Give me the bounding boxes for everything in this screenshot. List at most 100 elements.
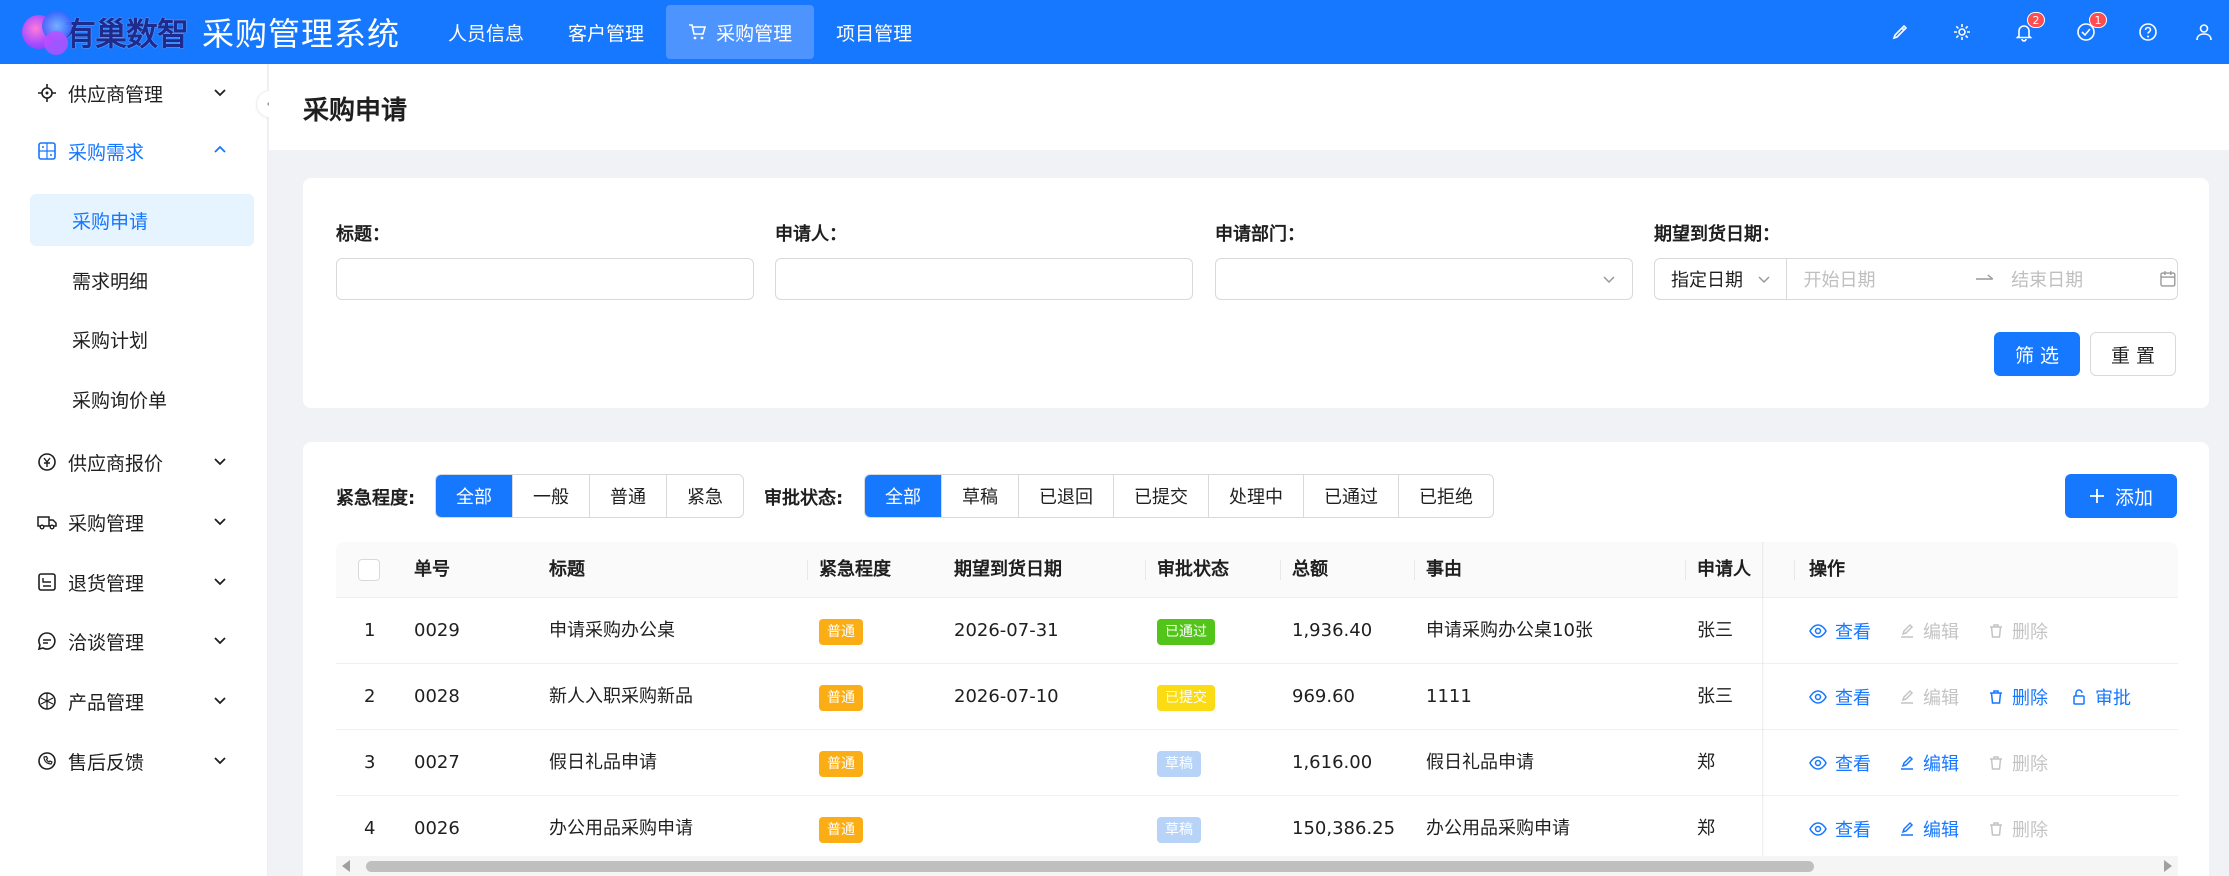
plus-icon (2089, 489, 2104, 503)
chevron-down-icon (214, 458, 226, 466)
table-panel: 紧急程度: 全部 一般 普通 紧急 审批状态: 全部 草稿 已退回 已提交 处理… (303, 442, 2209, 876)
nav-item-projects[interactable]: 项目管理 (814, 5, 934, 59)
sidebar-subitem-purchase-plan[interactable]: 采购计划 (30, 313, 254, 365)
end-date-input[interactable]: 结束日期 (2011, 266, 2159, 292)
logo: 有巢数智 采购管理系统 (0, 0, 400, 64)
urgency-option-all[interactable]: 全部 (436, 475, 512, 517)
status-option-passed[interactable]: 已通过 (1303, 475, 1398, 517)
title-input[interactable] (336, 258, 754, 300)
sidebar-item-supplier-quote[interactable]: 供应商报价 (0, 433, 268, 491)
nav-label: 项目管理 (836, 22, 913, 45)
row-applicant: 张三 (1697, 686, 1733, 707)
view-label: 查看 (1835, 820, 1871, 841)
add-button[interactable]: 添加 (2065, 474, 2177, 518)
horizontal-scrollbar[interactable] (336, 856, 2178, 876)
edit-action[interactable]: 编辑 (1899, 598, 1959, 664)
urgency-option-normal[interactable]: 普通 (589, 475, 666, 517)
trash-icon (1990, 690, 2002, 704)
eye-icon (1809, 756, 1827, 770)
dept-select[interactable] (1215, 258, 1633, 300)
user-icon[interactable] (2179, 0, 2229, 64)
status-badge: 已提交 (1157, 685, 1215, 711)
row-date: 2026-07-31 (954, 620, 1059, 641)
sidebar-item-purchase-demand[interactable]: 采购需求 (0, 122, 268, 180)
theme-brush-icon[interactable] (1869, 0, 1931, 64)
tasks-check-icon[interactable]: 1 (2055, 0, 2117, 64)
target-icon (36, 82, 58, 104)
column-header-amount: 总额 (1292, 559, 1328, 580)
status-option-rejected[interactable]: 已拒绝 (1398, 475, 1493, 517)
notification-bell-icon[interactable]: 2 (1993, 0, 2055, 64)
urgency-tag: 普通 (819, 685, 863, 711)
status-option-all[interactable]: 全部 (865, 475, 941, 517)
edit-action[interactable]: 编辑 (1899, 664, 1959, 730)
sidebar-item-label: 售后反馈 (68, 751, 145, 774)
scrollbar-thumb[interactable] (366, 861, 1814, 872)
nav-label: 采购管理 (716, 22, 793, 45)
delete-action[interactable]: 删除 (1988, 730, 2048, 796)
row-number: 0027 (414, 752, 460, 773)
edit-icon (1901, 755, 1914, 770)
delete-action[interactable]: 删除 (1988, 598, 2048, 664)
sidebar-subitem-inquiry[interactable]: 采购询价单 (30, 373, 254, 425)
sidebar-item-label: 产品管理 (68, 691, 145, 714)
scroll-right-arrow-icon[interactable] (2164, 860, 2172, 872)
sidebar-subitem-demand-detail[interactable]: 需求明细 (30, 254, 254, 306)
sidebar-item-supplier-mgmt[interactable]: 供应商管理 (0, 64, 268, 122)
scroll-left-arrow-icon[interactable] (342, 860, 350, 872)
sidebar-subitem-label: 需求明细 (72, 270, 149, 293)
status-option-returned[interactable]: 已退回 (1018, 475, 1113, 517)
view-action[interactable]: 查看 (1809, 730, 1871, 796)
nav-item-procurement[interactable]: 采购管理 (666, 5, 815, 59)
notification-badge: 2 (2027, 12, 2045, 28)
view-action[interactable]: 查看 (1809, 664, 1871, 730)
sidebar-subitem-purchase-request[interactable]: 采购申请 (30, 194, 254, 246)
delete-label: 删除 (2012, 622, 2048, 643)
urgency-option-urgent[interactable]: 紧急 (666, 475, 743, 517)
view-action[interactable]: 查看 (1809, 796, 1871, 862)
view-label: 查看 (1835, 622, 1871, 643)
tasks-badge: 1 (2089, 12, 2107, 28)
status-filter-label: 审批状态: (764, 488, 844, 509)
nav-item-customers[interactable]: 客户管理 (546, 5, 666, 59)
status-option-submitted[interactable]: 已提交 (1113, 475, 1208, 517)
table-row: 2 0028 新人入职采购新品 普通 2026-07-10 已提交 969.60… (336, 664, 2178, 730)
nav-item-personnel[interactable]: 人员信息 (426, 5, 546, 59)
edit-action[interactable]: 编辑 (1899, 796, 1959, 862)
view-action[interactable]: 查看 (1809, 598, 1871, 664)
sidebar-item-negotiation[interactable]: 洽谈管理 (0, 612, 268, 670)
row-reason: 假日礼品申请 (1426, 752, 1534, 773)
sidebar-item-products[interactable]: 产品管理 (0, 672, 268, 730)
view-label: 查看 (1835, 688, 1871, 709)
start-date-input[interactable]: 开始日期 (1803, 266, 1961, 292)
filter-button[interactable]: 筛 选 (1994, 332, 2080, 376)
applicant-input[interactable] (775, 258, 1193, 300)
reset-button[interactable]: 重 置 (2090, 332, 2176, 376)
edit-action[interactable]: 编辑 (1899, 730, 1959, 796)
delete-label: 删除 (2012, 754, 2048, 775)
row-date: 2026-07-10 (954, 686, 1059, 707)
help-icon[interactable] (2117, 0, 2179, 64)
select-all-checkbox[interactable] (358, 559, 380, 581)
urgency-option-general[interactable]: 一般 (512, 475, 589, 517)
table-row: 4 0026 办公用品采购申请 普通 草稿 150,386.25 办公用品采购申… (336, 796, 2178, 862)
lock-icon (2073, 689, 2085, 705)
column-header-urgency: 紧急程度 (819, 559, 891, 580)
status-badge: 草稿 (1157, 751, 1201, 777)
row-number: 0028 (414, 686, 460, 707)
row-index: 1 (364, 620, 376, 641)
sidebar-item-after-sales[interactable]: 售后反馈 (0, 732, 268, 790)
status-option-draft[interactable]: 草稿 (941, 475, 1018, 517)
row-index: 4 (364, 818, 376, 839)
delete-action[interactable]: 删除 (1988, 664, 2048, 730)
column-header-title: 标题 (549, 559, 585, 580)
sidebar-item-purchase-mgmt[interactable]: 采购管理 (0, 493, 268, 551)
approve-action[interactable]: 审批 (2071, 664, 2131, 730)
delete-action[interactable]: 删除 (1988, 796, 2048, 862)
settings-gear-icon[interactable] (1931, 0, 1993, 64)
chevron-down-icon (214, 637, 226, 645)
date-type-select[interactable]: 指定日期 (1655, 259, 1788, 299)
status-option-processing[interactable]: 处理中 (1208, 475, 1303, 517)
page-title: 采购申请 (303, 96, 408, 126)
sidebar-item-returns[interactable]: 退货管理 (0, 553, 268, 611)
